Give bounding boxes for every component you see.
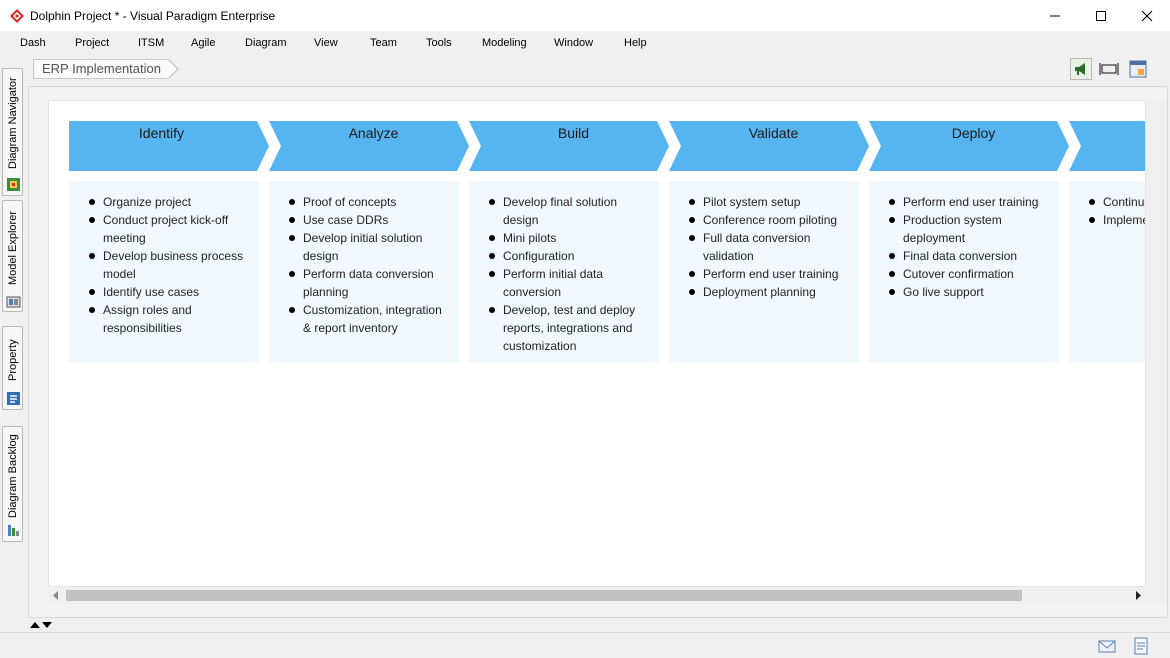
property-icon: [7, 392, 20, 405]
list-item: Perform data conversion planning: [289, 265, 449, 301]
window-title: Dolphin Project * - Visual Paradigm Ente…: [30, 9, 276, 23]
list-item: Develop final solution design: [489, 193, 649, 229]
diagram-overview-icon: [1129, 60, 1147, 78]
tab-property-label: Property: [7, 339, 19, 381]
list-item: Impleme: [1089, 211, 1145, 229]
breadcrumb-label: ERP Implementation: [42, 61, 161, 76]
phase-arrow-shape: [1069, 121, 1145, 171]
list-item: Cutover confirmation: [889, 265, 1049, 283]
phase-content-box: Continue Impleme: [1069, 181, 1145, 362]
phase-title: Deploy: [951, 125, 996, 141]
tab-model-explorer[interactable]: Model Explorer: [2, 200, 23, 312]
scroll-left-icon[interactable]: [52, 591, 60, 600]
list-item: Perform end user training: [689, 265, 849, 283]
list-item: Identify use cases: [89, 283, 249, 301]
fit-diagram-icon: [1099, 63, 1119, 75]
list-item: Develop, test and deploy reports, integr…: [489, 301, 649, 355]
menu-window[interactable]: Window: [554, 37, 593, 49]
list-item: Proof of concepts: [289, 193, 449, 211]
tab-property[interactable]: Property: [2, 326, 23, 410]
list-item: Customization, integration & report inve…: [289, 301, 449, 337]
phase-content-box: Perform end user training Production sys…: [869, 181, 1059, 362]
scroll-right-icon[interactable]: [1134, 591, 1142, 600]
minimize-button[interactable]: [1032, 0, 1078, 32]
list-item: Develop initial solution design: [289, 229, 449, 265]
list-item: Use case DDRs: [289, 211, 449, 229]
horizontal-scrollbar[interactable]: [48, 587, 1146, 604]
phase-title: Validate: [748, 125, 799, 141]
menu-tools[interactable]: Tools: [426, 37, 452, 49]
menu-team[interactable]: Team: [370, 37, 397, 49]
maximize-icon: [1096, 11, 1106, 21]
list-item: Configuration: [489, 247, 649, 265]
tab-diagram-navigator-label: Diagram Navigator: [7, 77, 19, 169]
menu-bar: Dash Project ITSM Agile Diagram View Tea…: [0, 33, 1170, 55]
list-item: Production system deployment: [889, 211, 1049, 247]
megaphone-icon: [1075, 63, 1085, 75]
canvas-right-margin: [1146, 100, 1166, 604]
diagram-canvas[interactable]: Identify Organize project Conduct projec…: [48, 100, 1146, 587]
list-item: Perform initial data conversion: [489, 265, 649, 301]
phase-title: Identify: [138, 125, 185, 141]
maximize-button[interactable]: [1078, 0, 1124, 32]
phase-content-box: Proof of concepts Use case DDRs Develop …: [269, 181, 459, 362]
phase-title: Build: [557, 125, 590, 141]
diagram-backlog-icon: [8, 525, 19, 536]
tab-diagram-navigator[interactable]: Diagram Navigator: [2, 68, 23, 196]
breadcrumb[interactable]: ERP Implementation: [33, 59, 179, 79]
title-bar: Dolphin Project * - Visual Paradigm Ente…: [0, 0, 1170, 32]
breadcrumb-item[interactable]: ERP Implementation: [33, 59, 169, 79]
panel-collapse-icon[interactable]: [29, 620, 55, 630]
model-explorer-icon: [6, 296, 21, 308]
list-item: Full data conversion validation: [689, 229, 849, 265]
megaphone-button[interactable]: [1070, 58, 1092, 80]
list-item: Organize project: [89, 193, 249, 211]
list-item: Conference room piloting: [689, 211, 849, 229]
list-item: Assign roles and responsibilities: [89, 301, 249, 337]
phase-content-box: Pilot system setup Conference room pilot…: [669, 181, 859, 362]
tab-diagram-backlog-label: Diagram Backlog: [7, 434, 19, 518]
diagram-overview-button[interactable]: [1127, 58, 1149, 80]
diagram-navigator-icon: [7, 178, 20, 191]
menu-agile[interactable]: Agile: [191, 37, 215, 49]
menu-modeling[interactable]: Modeling: [482, 37, 527, 49]
phase-title: Analyze: [348, 125, 399, 141]
close-icon: [1141, 10, 1153, 22]
list-item: Develop business process model: [89, 247, 249, 283]
fit-diagram-button[interactable]: [1098, 58, 1120, 80]
list-item: Conduct project kick-off meeting: [89, 211, 249, 247]
breadcrumb-separator-icon: [168, 59, 179, 79]
minimize-icon: [1050, 15, 1060, 17]
mail-icon[interactable]: [1098, 637, 1116, 655]
left-dock: Diagram Navigator Model Explorer Propert…: [0, 56, 25, 636]
menu-itsm[interactable]: ITSM: [138, 37, 164, 49]
list-item: Pilot system setup: [689, 193, 849, 211]
visual-paradigm-logo-icon: [10, 9, 24, 23]
menu-dash[interactable]: Dash: [20, 37, 46, 49]
close-button[interactable]: [1124, 0, 1170, 32]
phase-content-box: Organize project Conduct project kick-of…: [69, 181, 259, 362]
status-bar: [0, 632, 1170, 658]
list-item: Deployment planning: [689, 283, 849, 301]
scroll-thumb[interactable]: [66, 590, 1022, 601]
menu-view[interactable]: View: [314, 37, 338, 49]
notes-icon[interactable]: [1132, 637, 1150, 655]
menu-project[interactable]: Project: [75, 37, 109, 49]
list-item: Go live support: [889, 283, 1049, 301]
list-item: Continue: [1089, 193, 1145, 211]
menu-help[interactable]: Help: [624, 37, 647, 49]
list-item: Final data conversion: [889, 247, 1049, 265]
menu-diagram[interactable]: Diagram: [245, 37, 287, 49]
tab-diagram-backlog[interactable]: Diagram Backlog: [2, 426, 23, 542]
list-item: Perform end user training: [889, 193, 1049, 211]
phase-content-box: Develop final solution design Mini pilot…: [469, 181, 659, 362]
list-item: Mini pilots: [489, 229, 649, 247]
tab-model-explorer-label: Model Explorer: [7, 211, 19, 285]
